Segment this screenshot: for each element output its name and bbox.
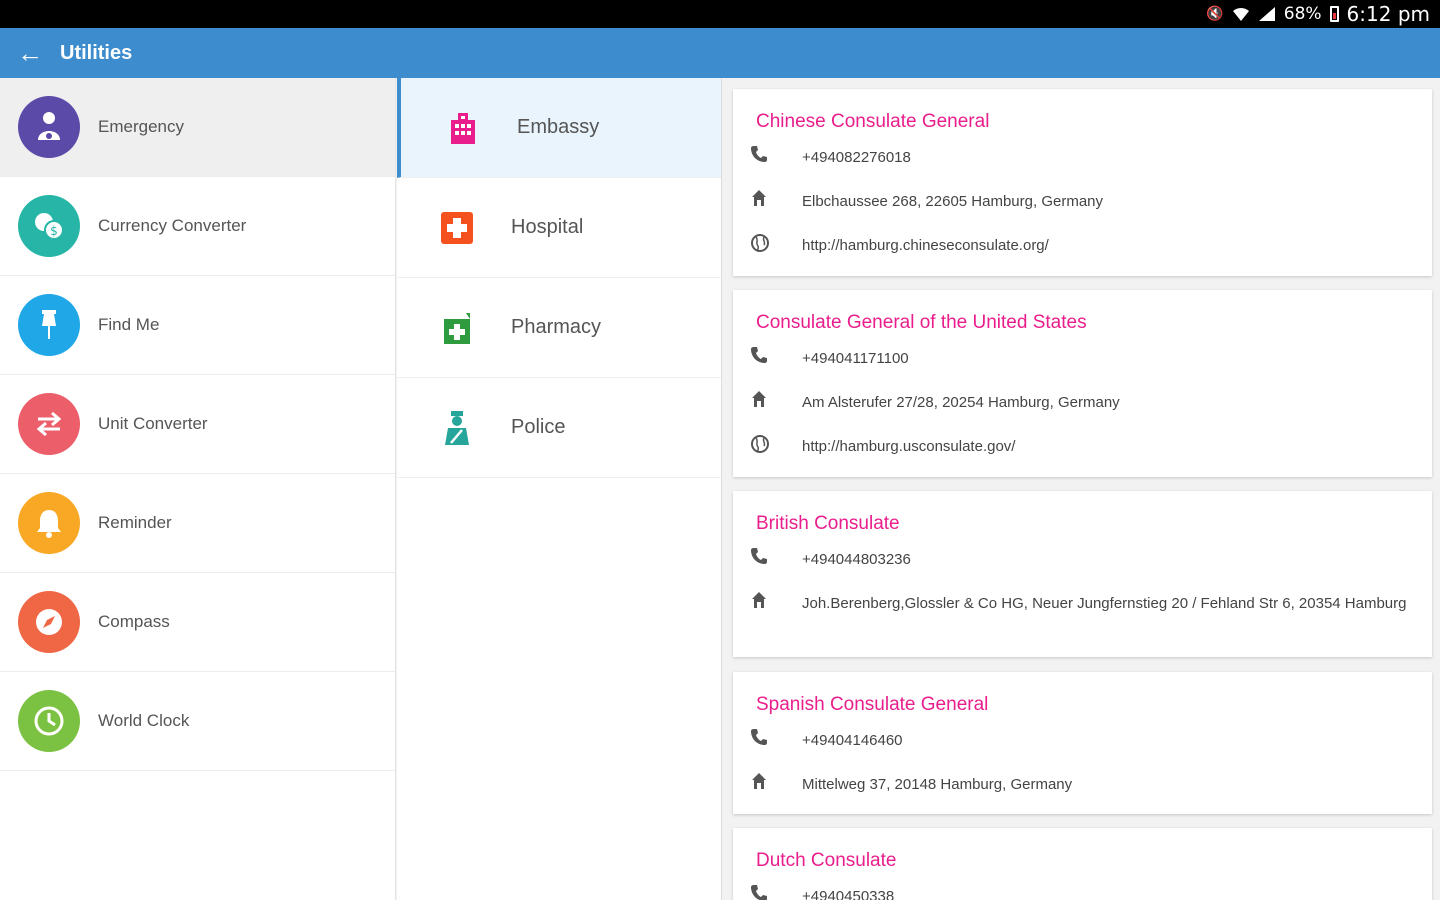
hospital-cross-icon bbox=[439, 210, 475, 246]
globe-icon bbox=[750, 434, 802, 454]
embassy-card[interactable]: Consulate General of the United States +… bbox=[733, 290, 1432, 477]
page-title: Utilities bbox=[60, 41, 133, 64]
phone-icon bbox=[750, 884, 802, 900]
embassy-card[interactable]: Chinese Consulate General +494082276018 … bbox=[733, 89, 1432, 276]
wifi-icon bbox=[1232, 7, 1249, 21]
clock-icon bbox=[18, 690, 80, 752]
phone-number: +494044803236 bbox=[802, 551, 911, 568]
phone-row[interactable]: +494082276018 bbox=[750, 145, 1412, 170]
utility-item-emergency[interactable]: Emergency bbox=[0, 78, 395, 177]
clock-time: 6:12 pm bbox=[1346, 2, 1430, 26]
home-icon bbox=[750, 591, 802, 609]
utility-item-unit-converter[interactable]: Unit Converter bbox=[0, 375, 395, 474]
app-bar: ← Utilities bbox=[0, 28, 1440, 78]
svg-text:$: $ bbox=[50, 224, 58, 238]
utility-item-world-clock[interactable]: World Clock bbox=[0, 672, 395, 771]
home-icon bbox=[750, 390, 802, 408]
embassy-name: British Consulate bbox=[756, 513, 900, 534]
utility-label: World Clock bbox=[98, 711, 190, 730]
embassy-card[interactable]: Dutch Consulate +4940450338 bbox=[733, 828, 1432, 900]
category-label: Embassy bbox=[517, 116, 600, 138]
back-arrow-icon[interactable]: ← bbox=[0, 38, 60, 69]
website-row[interactable]: http://hamburg.chineseconsulate.org/ bbox=[750, 233, 1412, 258]
phone-icon bbox=[750, 547, 802, 565]
embassy-card[interactable]: Spanish Consulate General +49404146460 M… bbox=[733, 672, 1432, 814]
utility-label: Find Me bbox=[98, 315, 160, 334]
utility-item-compass[interactable]: Compass bbox=[0, 573, 395, 672]
address-row: Elbchaussee 268, 22605 Hamburg, Germany bbox=[750, 189, 1412, 214]
phone-number: +494082276018 bbox=[802, 149, 911, 166]
utility-item-find-me[interactable]: Find Me bbox=[0, 276, 395, 375]
embassy-card[interactable]: British Consulate +494044803236 Joh.Bere… bbox=[733, 491, 1432, 657]
embassy-name: Dutch Consulate bbox=[756, 850, 897, 871]
police-officer-icon bbox=[439, 410, 475, 446]
emergency-icon bbox=[18, 96, 80, 158]
utility-label: Emergency bbox=[98, 117, 184, 136]
category-item-pharmacy[interactable]: Pharmacy bbox=[397, 278, 721, 378]
phone-row[interactable]: +49404146460 bbox=[750, 728, 1412, 753]
embassy-name: Chinese Consulate General bbox=[756, 111, 990, 132]
phone-icon bbox=[750, 346, 802, 364]
battery-percent: 68% bbox=[1283, 4, 1322, 24]
phone-row[interactable]: +4940450338 bbox=[750, 884, 1412, 900]
phone-row[interactable]: +494041171100 bbox=[750, 346, 1412, 371]
phone-number: +494041171100 bbox=[802, 350, 909, 367]
address: Elbchaussee 268, 22605 Hamburg, Germany bbox=[802, 193, 1104, 210]
category-label: Police bbox=[511, 416, 566, 438]
signal-icon bbox=[1258, 7, 1275, 21]
utility-item-currency-converter[interactable]: $ Currency Converter bbox=[0, 177, 395, 276]
phone-row[interactable]: +494044803236 bbox=[750, 547, 1412, 572]
status-bar: 🔇 68% 6:12 pm bbox=[0, 0, 1440, 28]
website-row[interactable]: http://hamburg.usconsulate.gov/ bbox=[750, 434, 1412, 459]
currency-icon: $ bbox=[18, 195, 80, 257]
category-label: Hospital bbox=[511, 216, 584, 238]
home-icon bbox=[750, 189, 802, 207]
swap-arrows-icon bbox=[18, 393, 80, 455]
building-icon bbox=[445, 110, 481, 146]
utility-item-reminder[interactable]: Reminder bbox=[0, 474, 395, 573]
category-label: Pharmacy bbox=[511, 316, 602, 338]
utility-label: Compass bbox=[98, 612, 170, 631]
compass-icon bbox=[18, 591, 80, 653]
embassy-name: Consulate General of the United States bbox=[756, 312, 1087, 333]
website-link[interactable]: http://hamburg.chineseconsulate.org/ bbox=[802, 233, 1049, 258]
utility-label: Unit Converter bbox=[98, 414, 208, 433]
bell-icon bbox=[18, 492, 80, 554]
utility-label: Currency Converter bbox=[98, 216, 247, 235]
globe-icon bbox=[750, 233, 802, 253]
category-list: Embassy Hospital Pharmacy Police bbox=[397, 78, 722, 900]
category-item-hospital[interactable]: Hospital bbox=[397, 178, 721, 278]
category-item-embassy[interactable]: Embassy bbox=[397, 78, 721, 178]
category-item-police[interactable]: Police bbox=[397, 378, 721, 478]
phone-number: +49404146460 bbox=[802, 732, 903, 749]
battery-icon bbox=[1329, 6, 1339, 22]
phone-icon bbox=[750, 145, 802, 163]
address: Joh.Berenberg,Glossler & Co HG, Neuer Ju… bbox=[802, 595, 1407, 612]
embassy-list: Chinese Consulate General +494082276018 … bbox=[723, 78, 1440, 900]
address-row: Am Alsterufer 27/28, 20254 Hamburg, Germ… bbox=[750, 390, 1412, 415]
mute-icon: 🔇 bbox=[1206, 6, 1224, 22]
utility-label: Reminder bbox=[98, 513, 172, 532]
pin-icon bbox=[18, 294, 80, 356]
address: Am Alsterufer 27/28, 20254 Hamburg, Germ… bbox=[802, 394, 1120, 411]
address-row: Mittelweg 37, 20148 Hamburg, Germany bbox=[750, 772, 1412, 797]
phone-icon bbox=[750, 728, 802, 746]
website-link[interactable]: http://hamburg.usconsulate.gov/ bbox=[802, 434, 1015, 459]
utilities-list: Emergency $ Currency Converter Find Me U… bbox=[0, 78, 396, 900]
address: Mittelweg 37, 20148 Hamburg, Germany bbox=[802, 776, 1073, 793]
phone-number: +4940450338 bbox=[802, 888, 895, 900]
address-row: Joh.Berenberg,Glossler & Co HG, Neuer Ju… bbox=[750, 591, 1412, 616]
embassy-name: Spanish Consulate General bbox=[756, 694, 989, 715]
home-icon bbox=[750, 772, 802, 790]
pharmacy-icon bbox=[439, 310, 475, 346]
